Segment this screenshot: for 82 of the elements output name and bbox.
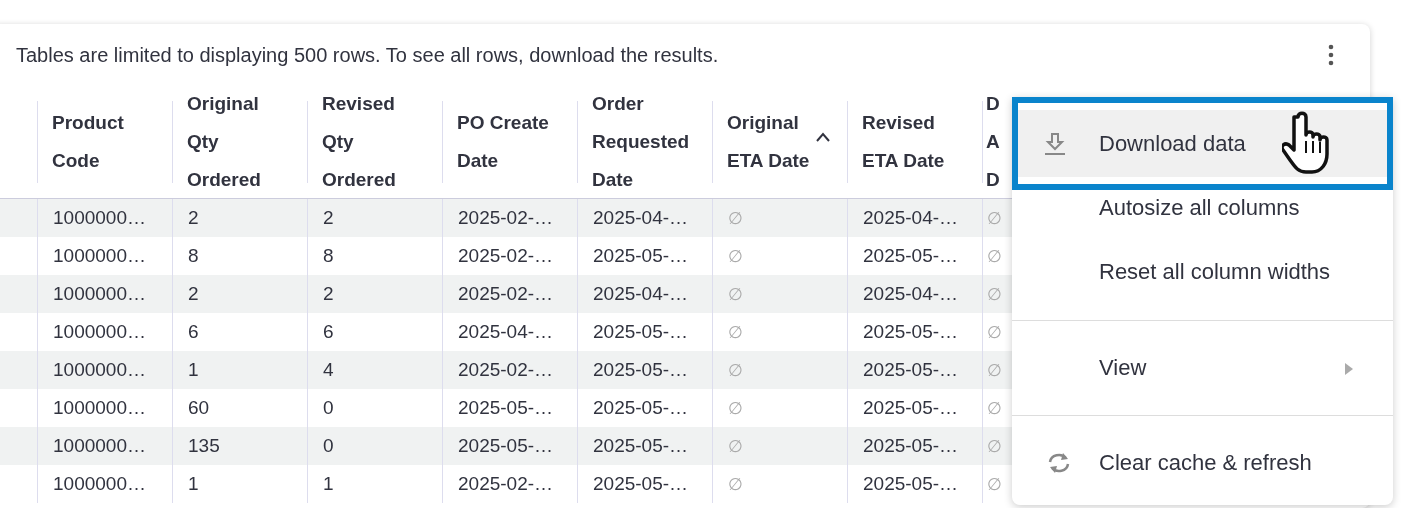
table-cell: 60 — [188, 397, 210, 419]
menu-item[interactable]: View — [1012, 337, 1393, 399]
table-cell: 2025-05-… — [863, 245, 959, 267]
table-cell: 1000000… — [53, 473, 146, 495]
table-cell: 1000000… — [53, 283, 146, 305]
null-value: ∅ — [987, 207, 1002, 229]
table-cell: 2025-02-… — [458, 473, 554, 495]
table-cell: 2025-05-… — [863, 435, 959, 457]
menu-item[interactable]: Reset all column widths — [1012, 240, 1393, 304]
table-cell: 2025-02-… — [458, 359, 554, 381]
null-value: ∅ — [728, 359, 743, 381]
null-value: ∅ — [987, 435, 1002, 457]
table-cell: 2 — [323, 283, 334, 305]
null-value: ∅ — [987, 283, 1002, 305]
null-value: ∅ — [987, 245, 1002, 267]
null-value: ∅ — [728, 321, 743, 343]
table-cell: 1000000… — [53, 245, 146, 267]
table-cell: 0 — [323, 435, 334, 457]
table-cell: 1000000… — [53, 397, 146, 419]
table-cell: 2025-05-… — [863, 359, 959, 381]
null-value: ∅ — [987, 473, 1002, 495]
table-cell: 2025-05-… — [593, 359, 689, 381]
sort-ascending-icon[interactable] — [816, 132, 830, 142]
table-cell: 1000000… — [53, 207, 146, 229]
table-cell: 2025-05-… — [593, 397, 689, 419]
null-value: ∅ — [987, 359, 1002, 381]
null-value: ∅ — [987, 321, 1002, 343]
download-icon — [1044, 131, 1066, 156]
table-cell: 2025-05-… — [593, 473, 689, 495]
column-header[interactable]: D A D — [986, 85, 1005, 199]
more-icon[interactable] — [1328, 44, 1334, 66]
menu-item[interactable]: Autosize all columns — [1012, 190, 1393, 240]
table-cell: 8 — [323, 245, 334, 267]
column-header[interactable]: Product Code — [52, 104, 160, 180]
table-cell: 2025-02-… — [458, 245, 554, 267]
table-cell: 6 — [188, 321, 199, 343]
table-cell: 2025-04-… — [458, 321, 554, 343]
table-cell: 2025-04-… — [593, 207, 689, 229]
table-cell: 1000000… — [53, 321, 146, 343]
table-cell: 2 — [323, 207, 334, 229]
column-header[interactable]: Revised ETA Date — [862, 104, 970, 180]
column-header[interactable]: Order Requested Date — [592, 85, 700, 199]
null-value: ∅ — [728, 397, 743, 419]
table-cell: 1 — [188, 359, 199, 381]
table-cell: 6 — [323, 321, 334, 343]
null-value: ∅ — [728, 435, 743, 457]
table-cell: 4 — [323, 359, 334, 381]
table-cell: 2 — [188, 207, 199, 229]
table-cell: 2025-05-… — [593, 435, 689, 457]
table-cell: 1 — [188, 473, 199, 495]
table-cell: 0 — [323, 397, 334, 419]
column-header[interactable]: PO Create Date — [457, 104, 565, 180]
table-cell: 1 — [323, 473, 334, 495]
table-cell: 2025-04-… — [593, 283, 689, 305]
column-header[interactable]: Original ETA Date — [727, 104, 835, 180]
table-cell: 2025-05-… — [863, 473, 959, 495]
table-cell: 2025-05-… — [863, 321, 959, 343]
table-cell: 2025-05-… — [593, 245, 689, 267]
table-cell: 1000000… — [53, 359, 146, 381]
table-cell: 2025-05-… — [593, 321, 689, 343]
table-cell: 8 — [188, 245, 199, 267]
table-cell: 2025-05-… — [863, 397, 959, 419]
table-cell: 1000000… — [53, 435, 146, 457]
table-cell: 2025-04-… — [863, 283, 959, 305]
null-value: ∅ — [728, 473, 743, 495]
menu-item[interactable]: Download data — [1012, 97, 1393, 190]
null-value: ∅ — [728, 245, 743, 267]
column-header[interactable]: Revised Qty Ordered — [322, 85, 430, 199]
table-cell: 2 — [188, 283, 199, 305]
table-cell: 2025-05-… — [458, 435, 554, 457]
notice-text: Tables are limited to displaying 500 rows. To see all rows, download the results. — [16, 43, 720, 67]
column-header[interactable]: Original Qty Ordered — [187, 85, 295, 199]
table-cell: 2025-02-… — [458, 207, 554, 229]
null-value: ∅ — [728, 207, 743, 229]
submenu-arrow-icon — [1345, 363, 1353, 375]
menu-item[interactable]: Clear cache & refresh — [1012, 432, 1393, 494]
table-cell: 135 — [188, 435, 220, 457]
table-cell: 2025-05-… — [458, 397, 554, 419]
table-cell: 2025-04-… — [863, 207, 959, 229]
null-value: ∅ — [728, 283, 743, 305]
table-cell: 2025-02-… — [458, 283, 554, 305]
null-value: ∅ — [987, 397, 1002, 419]
